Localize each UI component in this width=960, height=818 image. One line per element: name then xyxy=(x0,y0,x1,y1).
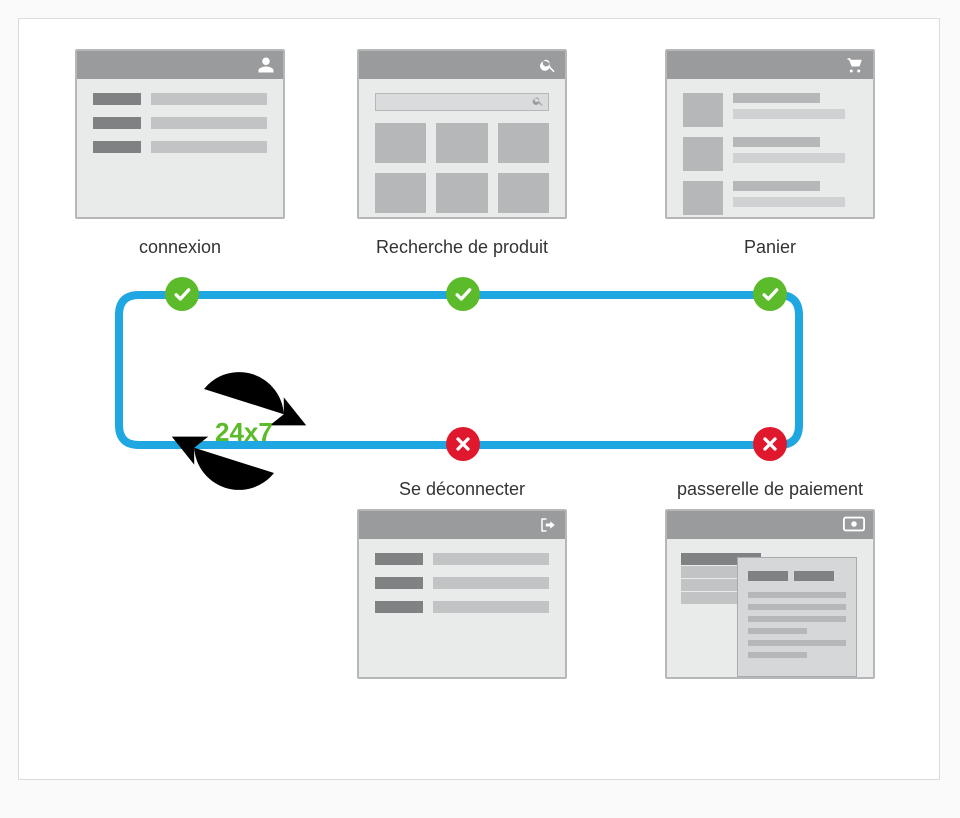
logout-titlebar xyxy=(359,511,565,539)
cart-card xyxy=(665,49,875,219)
cart-label: Panier xyxy=(665,237,875,258)
search-field-mock xyxy=(375,93,549,111)
result-grid xyxy=(375,123,549,213)
search-icon xyxy=(539,56,557,74)
check-icon xyxy=(453,284,473,304)
logout-label: Se déconnecter xyxy=(357,479,567,500)
x-icon xyxy=(453,434,473,454)
x-icon xyxy=(760,434,780,454)
logout-card xyxy=(357,509,567,679)
payment-label: passerelle de paiement xyxy=(645,479,895,500)
login-titlebar xyxy=(77,51,283,79)
search-status-badge xyxy=(446,277,480,311)
login-status-badge xyxy=(165,277,199,311)
login-label: connexion xyxy=(75,237,285,258)
login-card xyxy=(75,49,285,219)
money-icon xyxy=(843,516,865,532)
signout-icon xyxy=(539,516,557,534)
user-icon xyxy=(257,56,275,74)
magnifier-icon xyxy=(532,95,544,107)
search-card xyxy=(357,49,567,219)
payment-doc-mock xyxy=(737,557,857,677)
cart-status-badge xyxy=(753,277,787,311)
search-titlebar xyxy=(359,51,565,79)
cart-icon xyxy=(845,56,865,74)
cycle-label: 24x7 xyxy=(215,417,273,448)
payment-titlebar xyxy=(667,511,873,539)
payment-status-badge xyxy=(753,427,787,461)
cart-titlebar xyxy=(667,51,873,79)
diagram-canvas: connexion Recherche de produit Panier 24… xyxy=(18,18,940,780)
logout-status-badge xyxy=(446,427,480,461)
check-icon xyxy=(172,284,192,304)
payment-card xyxy=(665,509,875,679)
check-icon xyxy=(760,284,780,304)
search-label: Recherche de produit xyxy=(357,237,567,258)
